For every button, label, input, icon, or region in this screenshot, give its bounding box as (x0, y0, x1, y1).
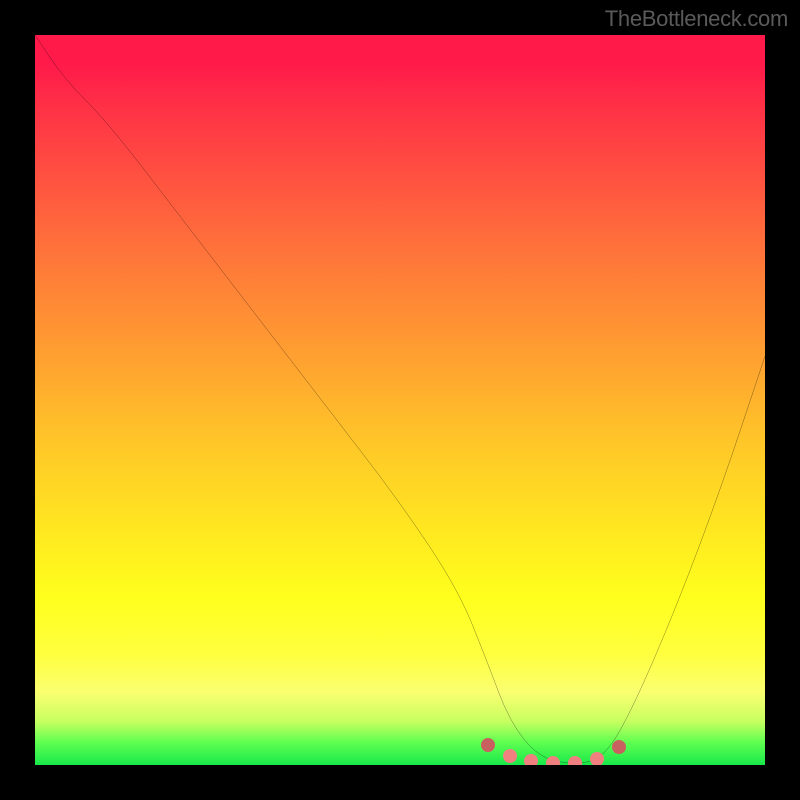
optimal-marker (524, 754, 538, 765)
plot-area (35, 35, 765, 765)
optimal-marker (481, 738, 495, 752)
optimal-marker (612, 740, 626, 754)
optimal-marker (590, 752, 604, 765)
optimal-marker (568, 756, 582, 765)
optimal-marker (546, 756, 560, 765)
bottleneck-curve (35, 35, 765, 765)
chart-container: TheBottleneck.com (0, 0, 800, 800)
watermark-text: TheBottleneck.com (605, 6, 788, 32)
optimal-marker (503, 749, 517, 763)
